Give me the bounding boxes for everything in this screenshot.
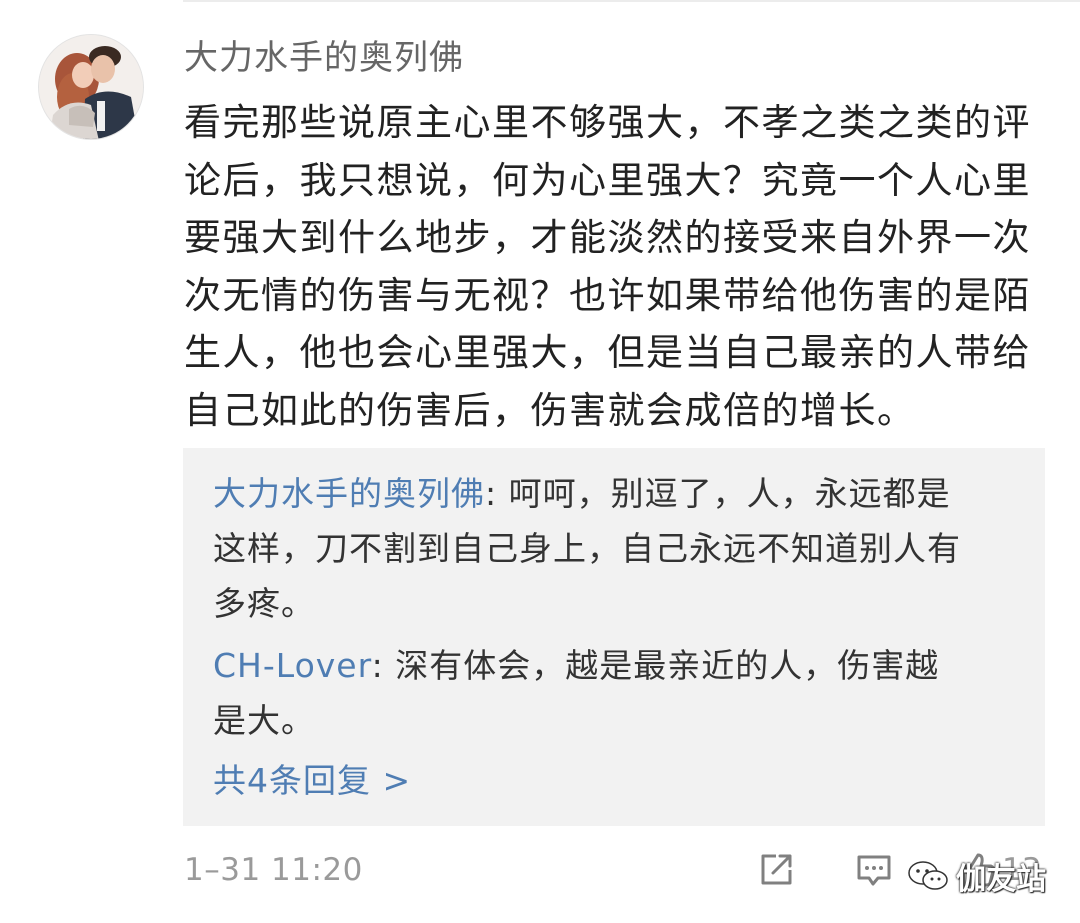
reply-item[interactable]: CH-Lover: 深有体会，越是最亲近的人，伤害越 是大。 xyxy=(213,638,1023,748)
comment-card: 大力水手的奥列佛 看完那些说原主心里不够强大，不孝之类之类的评 论后，我只想说，… xyxy=(0,0,1080,923)
wechat-logo-icon xyxy=(908,861,948,890)
comment-text: 看完那些说原主心里不够强大，不孝之类之类的评 论后，我只想说，何为心里强大？究竟… xyxy=(184,101,1031,432)
comment-timestamp: 1–31 11:20 xyxy=(184,852,363,888)
reply-item[interactable]: 大力水手的奥列佛: 呵呵，别逗了，人，永远都是 这样，刀不割到自己身上，自己永远… xyxy=(213,466,1023,631)
replies-box[interactable]: 大力水手的奥列佛: 呵呵，别逗了，人，永远都是 这样，刀不割到自己身上，自己永远… xyxy=(183,448,1045,826)
comment-username[interactable]: 大力水手的奥列佛 xyxy=(184,36,464,80)
edit-share-icon[interactable] xyxy=(756,850,796,890)
comment-icon[interactable] xyxy=(854,850,894,890)
reply-author[interactable]: CH-Lover xyxy=(213,646,372,685)
watermark-text: 伽友站 xyxy=(956,862,1046,897)
reply-author[interactable]: 大力水手的奥列佛 xyxy=(213,474,485,513)
avatar[interactable] xyxy=(38,34,144,140)
watermark: 伽友站 xyxy=(906,854,1046,898)
avatar-image xyxy=(39,35,143,139)
divider xyxy=(183,0,1080,2)
view-all-replies-link[interactable]: 共4条回复 > xyxy=(213,756,411,806)
